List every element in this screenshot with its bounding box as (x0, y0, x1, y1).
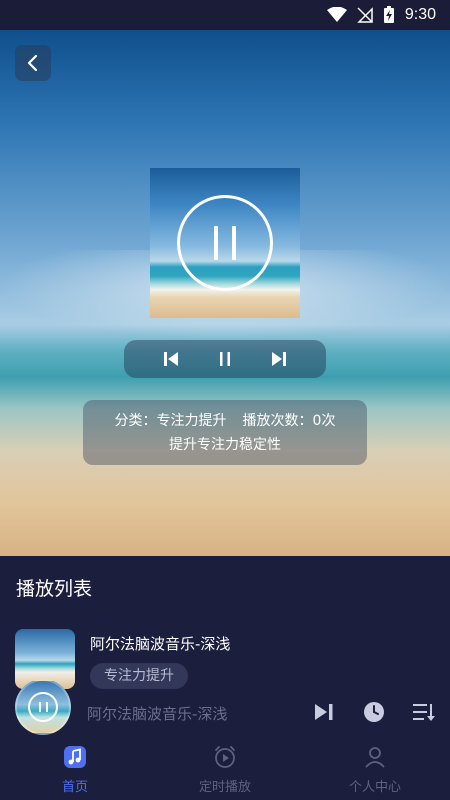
bottom-nav: 首页 定时播放 个人中心 (0, 736, 450, 800)
back-button[interactable] (15, 45, 51, 81)
pause-bar-left (214, 226, 218, 260)
status-icons: 9:30 (326, 0, 436, 30)
timer-button[interactable] (360, 698, 388, 726)
player-hero: 分类：专注力提升 播放次数：0次 提升专注力稳定性 (0, 30, 450, 556)
pause-icon (220, 352, 230, 366)
cover-pause-button[interactable] (177, 195, 273, 291)
description-text: 提升专注力稳定性 (169, 437, 281, 453)
mini-player[interactable]: 阿尔法脑波音乐-深浅 (0, 676, 450, 736)
nav-label-profile: 个人中心 (348, 780, 401, 795)
nav-item-profile[interactable]: 个人中心 (300, 736, 450, 800)
next-button[interactable] (264, 344, 294, 374)
album-cover (150, 168, 300, 318)
skip-next-icon (272, 352, 286, 366)
clock-icon (364, 702, 384, 722)
skip-previous-icon (164, 352, 178, 366)
person-icon (362, 744, 388, 770)
wifi-icon (326, 7, 347, 22)
mini-player-track-name: 阿尔法脑波音乐-深浅 (87, 705, 228, 723)
pause-button[interactable] (210, 344, 240, 374)
nav-label-timer: 定时播放 (198, 780, 251, 795)
playlist-queue-button[interactable] (410, 698, 438, 726)
no-signal-icon (357, 7, 373, 23)
nav-label-home: 首页 (61, 780, 88, 795)
mini-pause-icon (28, 692, 58, 722)
category-text: 分类：专注力提升 (114, 413, 227, 429)
previous-button[interactable] (156, 344, 186, 374)
alarm-clock-icon (212, 744, 238, 770)
nav-item-timer[interactable]: 定时播放 (150, 736, 300, 800)
queue-list-icon (413, 704, 435, 721)
status-bar: 9:30 (0, 0, 450, 30)
info-row-meta: 分类：专注力提升 播放次数：0次 (83, 409, 367, 433)
track-name: 阿尔法脑波音乐-深浅 (90, 635, 231, 653)
mini-next-button[interactable] (310, 698, 338, 726)
battery-charging-icon (383, 6, 394, 23)
status-time: 9:30 (404, 6, 436, 23)
nav-item-home[interactable]: 首页 (0, 736, 150, 800)
pause-bar-right (232, 226, 236, 260)
skip-next-icon (315, 704, 333, 720)
playback-controls (124, 340, 326, 378)
mini-player-disc[interactable] (15, 679, 71, 735)
mini-player-actions (310, 698, 438, 726)
playlist-title: 播放列表 (16, 578, 93, 600)
music-note-icon (62, 744, 88, 770)
play-count-text: 播放次数：0次 (242, 413, 336, 429)
track-info-box: 分类：专注力提升 播放次数：0次 提升专注力稳定性 (83, 400, 367, 465)
chevron-left-icon (27, 54, 38, 72)
